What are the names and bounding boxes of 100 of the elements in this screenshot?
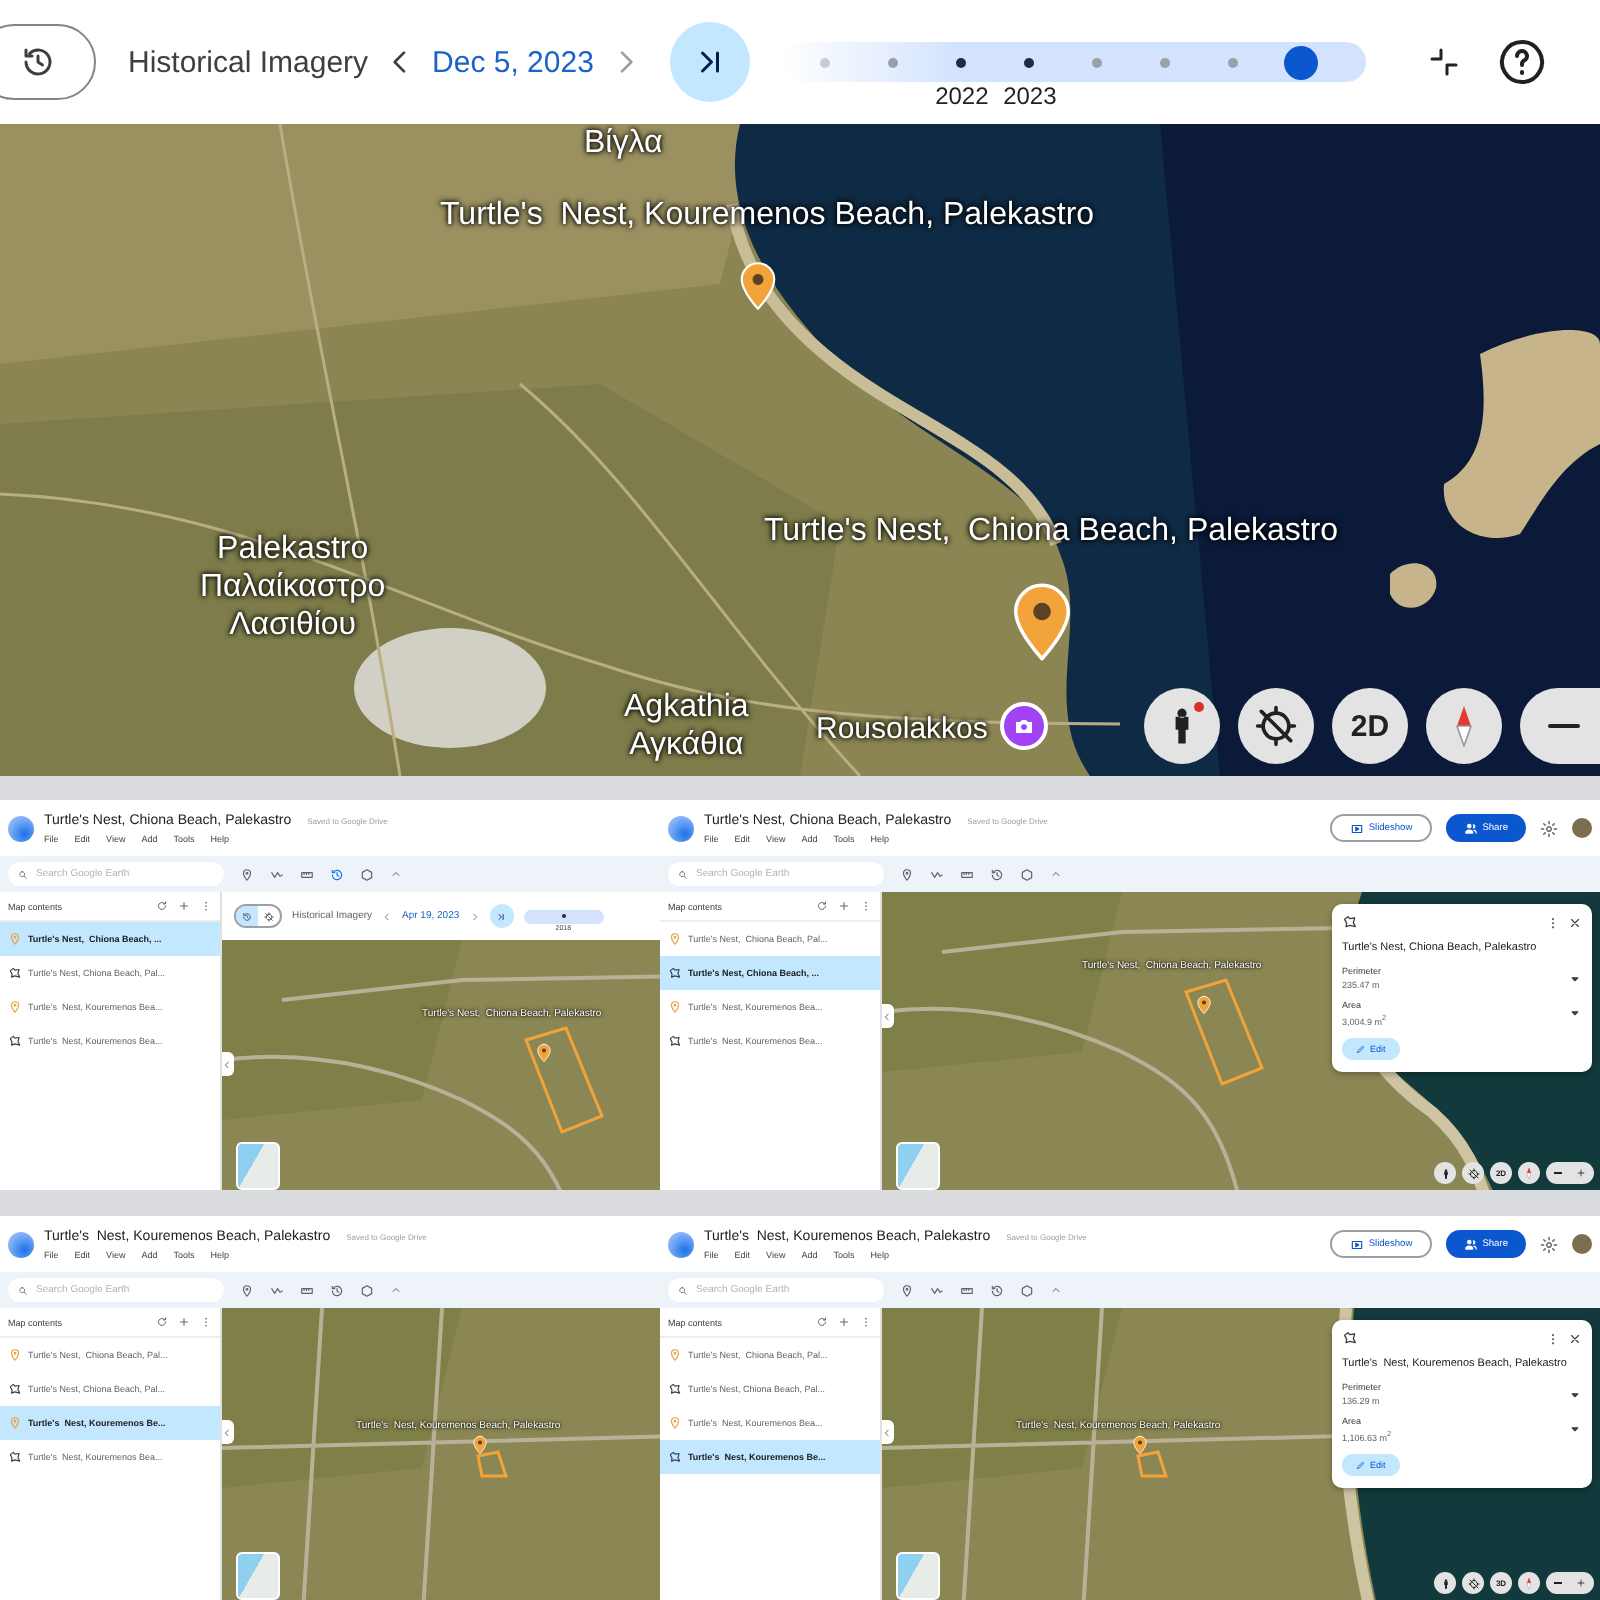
timeline-dot[interactable] (561, 914, 566, 918)
avatar[interactable] (1572, 818, 1592, 838)
collapse-handle[interactable] (222, 1420, 234, 1444)
year-label: 2023 (1003, 81, 1057, 109)
map-type-thumbnail[interactable] (896, 1552, 940, 1600)
add-icon[interactable] (178, 900, 190, 912)
pin-icon (668, 1000, 682, 1014)
map-label: Βίγλα (584, 124, 663, 162)
pencil-icon (1356, 1043, 1366, 1053)
timeline-dot[interactable] (956, 57, 967, 67)
settings-icon[interactable] (1540, 819, 1558, 837)
draw-line-icon[interactable] (270, 867, 284, 881)
chevron-left-icon (882, 1427, 892, 1437)
collapse-button[interactable] (1425, 44, 1462, 80)
history-icon (20, 44, 56, 80)
polygon-icon (8, 1450, 22, 1464)
more-icon[interactable] (1546, 915, 1560, 929)
historical-imagery-label: Historical Imagery (128, 45, 369, 79)
location-off-icon (264, 911, 274, 921)
compass-icon (1522, 1576, 1536, 1590)
refresh-icon[interactable] (156, 1316, 168, 1328)
layers-icon[interactable] (360, 1283, 374, 1297)
add-pin-icon[interactable] (240, 867, 254, 881)
collapse-handle[interactable] (222, 1052, 234, 1076)
slideshow-icon (1350, 821, 1365, 835)
add-icon[interactable] (178, 1316, 190, 1328)
layers-icon[interactable] (1020, 1283, 1034, 1297)
timeline-dot[interactable] (1024, 57, 1035, 67)
island-shape (1390, 563, 1437, 608)
refresh-icon[interactable] (816, 1316, 828, 1328)
more-icon[interactable] (200, 1316, 212, 1328)
timeline-dot[interactable] (1160, 57, 1171, 67)
collapse-handle[interactable] (882, 1004, 894, 1028)
close-icon[interactable] (1568, 915, 1582, 929)
minus-icon (1553, 1172, 1562, 1174)
add-pin-icon[interactable] (900, 1283, 914, 1297)
timeline-dot[interactable] (1284, 45, 1319, 79)
caret-down-icon[interactable] (1568, 1387, 1582, 1401)
more-icon[interactable] (200, 900, 212, 912)
ruler-icon[interactable] (960, 1283, 974, 1297)
layers-icon[interactable] (1020, 867, 1034, 881)
map-type-thumbnail[interactable] (236, 1142, 280, 1190)
help-button[interactable] (1497, 38, 1546, 86)
view-toggle[interactable] (258, 906, 280, 926)
timeline-dot[interactable] (1092, 57, 1103, 67)
caret-down-icon[interactable] (1568, 1006, 1582, 1021)
location-off-icon (1254, 704, 1298, 748)
ruler-icon[interactable] (300, 1283, 314, 1297)
history-button[interactable] (0, 24, 96, 100)
app-logo (8, 1231, 34, 1257)
pin-icon (8, 1000, 22, 1014)
people-icon (1464, 821, 1479, 835)
year-label: 2022 (935, 81, 989, 109)
add-pin-icon[interactable] (240, 1283, 254, 1297)
location-off-icon (1467, 1577, 1479, 1589)
chevron-left-icon (222, 1059, 232, 1069)
latest-imagery-button[interactable] (669, 22, 750, 102)
plus-icon (1576, 1578, 1587, 1588)
pin-icon (668, 932, 682, 946)
draw-line-icon[interactable] (930, 1283, 944, 1297)
map-type-thumbnail[interactable] (896, 1142, 940, 1190)
add-icon[interactable] (838, 1316, 850, 1328)
history-icon[interactable] (990, 867, 1004, 881)
map-type-thumbnail[interactable] (236, 1552, 280, 1600)
layers-icon[interactable] (360, 867, 374, 881)
settings-icon[interactable] (1540, 1235, 1558, 1253)
avatar[interactable] (1572, 1234, 1592, 1254)
view-toggle[interactable] (236, 906, 258, 926)
search-icon (678, 1285, 688, 1295)
zoom-control[interactable] (1546, 1162, 1594, 1184)
more-icon[interactable] (1546, 1331, 1560, 1345)
timeline-dot[interactable] (888, 57, 899, 67)
refresh-icon[interactable] (156, 900, 168, 912)
history-icon[interactable] (990, 1283, 1004, 1297)
more-icon[interactable] (860, 1316, 872, 1328)
polygon-icon (668, 966, 682, 980)
caret-down-icon[interactable] (1568, 1422, 1582, 1437)
app-logo (668, 815, 694, 841)
polygon-icon (668, 1450, 682, 1464)
caret-down-icon[interactable] (1568, 971, 1582, 985)
add-icon[interactable] (838, 900, 850, 912)
more-icon[interactable] (860, 900, 872, 912)
add-pin-icon[interactable] (900, 867, 914, 881)
timeline-dot[interactable] (1228, 57, 1239, 67)
plus-icon (1576, 1168, 1587, 1178)
history-icon[interactable] (330, 867, 344, 881)
close-icon[interactable] (1568, 1331, 1582, 1345)
draw-line-icon[interactable] (270, 1283, 284, 1297)
draw-line-icon[interactable] (930, 867, 944, 881)
zoom-control[interactable] (1546, 1572, 1594, 1594)
polygon-icon (8, 1382, 22, 1396)
refresh-icon[interactable] (816, 900, 828, 912)
app-logo (668, 1231, 694, 1257)
camera-icon (1012, 714, 1036, 738)
polygon-icon (8, 966, 22, 980)
timeline-dot[interactable] (820, 57, 831, 67)
ruler-icon[interactable] (300, 867, 314, 881)
history-icon[interactable] (330, 1283, 344, 1297)
collapse-handle[interactable] (882, 1420, 894, 1444)
ruler-icon[interactable] (960, 867, 974, 881)
